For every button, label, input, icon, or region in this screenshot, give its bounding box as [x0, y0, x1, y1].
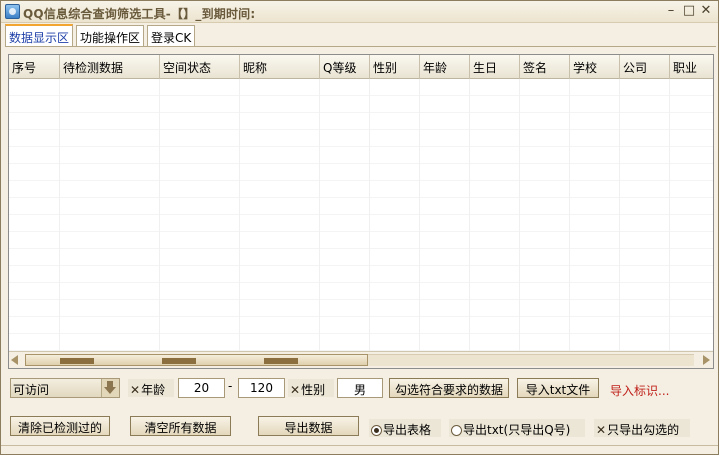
column-header[interactable]: 空间状态: [160, 55, 240, 79]
import-txt-button[interactable]: 导入txt文件: [517, 378, 599, 398]
maximize-icon[interactable]: □: [682, 4, 696, 18]
age-min-input[interactable]: 20: [178, 378, 225, 398]
horizontal-scrollbar[interactable]: [9, 351, 713, 368]
minimize-icon[interactable]: –: [664, 4, 678, 18]
export-table-radio[interactable]: 导出表格: [369, 419, 441, 437]
gender-label: 性别: [301, 383, 326, 397]
gender-checkbox[interactable]: ✕性别: [288, 379, 334, 397]
gender-input[interactable]: 男: [337, 378, 383, 398]
app-window: QQ信息综合查询筛选工具-【】_到期时间: – □ ✕ 数据显示区 功能操作区 …: [0, 0, 719, 455]
select-matching-button[interactable]: 勾选符合要求的数据: [389, 378, 509, 398]
radio-selected-icon: [371, 425, 382, 436]
age-label: 年龄: [141, 383, 166, 397]
column-header[interactable]: 序号: [9, 55, 60, 79]
clear-all-button[interactable]: 清空所有数据: [130, 416, 231, 436]
window-title: QQ信息综合查询筛选工具-【】_到期时间:: [23, 7, 256, 21]
column-gridlines: [9, 79, 713, 351]
column-header[interactable]: 签名: [520, 55, 570, 79]
age-max-input[interactable]: 120: [238, 378, 285, 398]
access-select-value: 可访问: [13, 383, 50, 397]
column-header[interactable]: Q等级: [320, 55, 370, 79]
export-txt-label: 导出txt(只导出Q号): [463, 423, 571, 437]
export-txt-radio[interactable]: 导出txt(只导出Q号): [449, 419, 585, 437]
column-header[interactable]: 昵称: [240, 55, 320, 79]
scrollbar-track[interactable]: [368, 354, 694, 366]
scroll-right-icon[interactable]: [697, 354, 711, 366]
checkmark-icon: ✕: [130, 383, 141, 397]
export-data-button[interactable]: 导出数据: [258, 416, 359, 436]
tab-data-display[interactable]: 数据显示区: [5, 24, 74, 47]
age-checkbox[interactable]: ✕年龄: [128, 379, 174, 397]
title-bar: QQ信息综合查询筛选工具-【】_到期时间: – □ ✕: [1, 1, 718, 23]
scrollbar-thumb[interactable]: [25, 354, 368, 366]
tab-function-ops[interactable]: 功能操作区: [76, 25, 145, 47]
table-header: 序号 待检测数据 空间状态 昵称 Q等级 性别 年龄 生日 签名 学校 公司 职…: [9, 55, 713, 79]
column-header[interactable]: 待检测数据: [60, 55, 160, 79]
thumb-grip: [264, 358, 298, 364]
checkmark-icon: ✕: [596, 423, 607, 437]
export-selected-checkbox[interactable]: ✕只导出勾选的: [594, 419, 690, 437]
access-select[interactable]: 可访问: [10, 378, 120, 398]
column-header[interactable]: 学校: [570, 55, 620, 79]
export-table-label: 导出表格: [383, 423, 432, 437]
import-mark-link[interactable]: 导入标识...: [610, 382, 669, 399]
column-header[interactable]: 公司: [620, 55, 670, 79]
column-header[interactable]: 年龄: [420, 55, 470, 79]
data-table[interactable]: 序号 待检测数据 空间状态 昵称 Q等级 性别 年龄 生日 签名 学校 公司 职…: [8, 54, 714, 369]
tab-divider: [5, 46, 716, 47]
checkmark-icon: ✕: [290, 383, 301, 397]
clear-checked-button[interactable]: 清除已检测过的: [10, 416, 110, 436]
tab-login-ck[interactable]: 登录CK: [147, 25, 196, 47]
scroll-left-icon[interactable]: [10, 354, 24, 366]
thumb-grip: [60, 358, 94, 364]
column-header[interactable]: 生日: [470, 55, 520, 79]
export-selected-label: 只导出勾选的: [607, 423, 680, 437]
column-header[interactable]: 职业: [670, 55, 713, 79]
status-divider: [1, 445, 718, 446]
dropdown-arrow-icon[interactable]: [101, 379, 119, 397]
app-icon: [5, 4, 20, 19]
radio-unselected-icon: [451, 425, 462, 436]
close-icon[interactable]: ✕: [699, 4, 713, 18]
age-range-separator: -: [228, 379, 233, 393]
thumb-grip: [162, 358, 196, 364]
column-header[interactable]: 性别: [370, 55, 420, 79]
